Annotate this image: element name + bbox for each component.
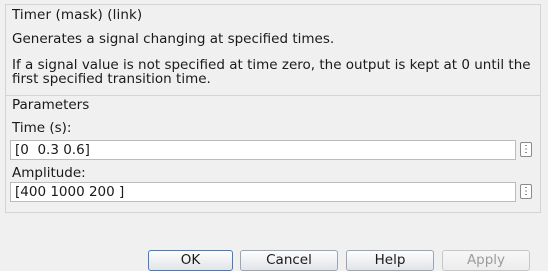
amplitude-label: Amplitude:: [12, 165, 86, 181]
help-button[interactable]: Help: [346, 250, 434, 271]
block-parameters-dialog: Timer (mask) (link) Generates a signal c…: [0, 0, 548, 271]
block-title: Timer (mask) (link): [12, 7, 143, 23]
apply-button[interactable]: Apply: [442, 250, 530, 271]
time-expand-button[interactable]: ⋮: [520, 142, 532, 157]
time-label: Time (s):: [12, 120, 72, 136]
amplitude-input[interactable]: [10, 182, 516, 202]
description-text: Generates a signal changing at specified…: [12, 31, 335, 47]
ok-button[interactable]: OK: [148, 250, 233, 271]
amplitude-expand-button[interactable]: ⋮: [520, 184, 532, 199]
time-input[interactable]: [10, 140, 516, 160]
cancel-button[interactable]: Cancel: [240, 250, 338, 271]
parameters-title: Parameters: [12, 97, 90, 113]
description-note: If a signal value is not specified at ti…: [12, 57, 531, 87]
